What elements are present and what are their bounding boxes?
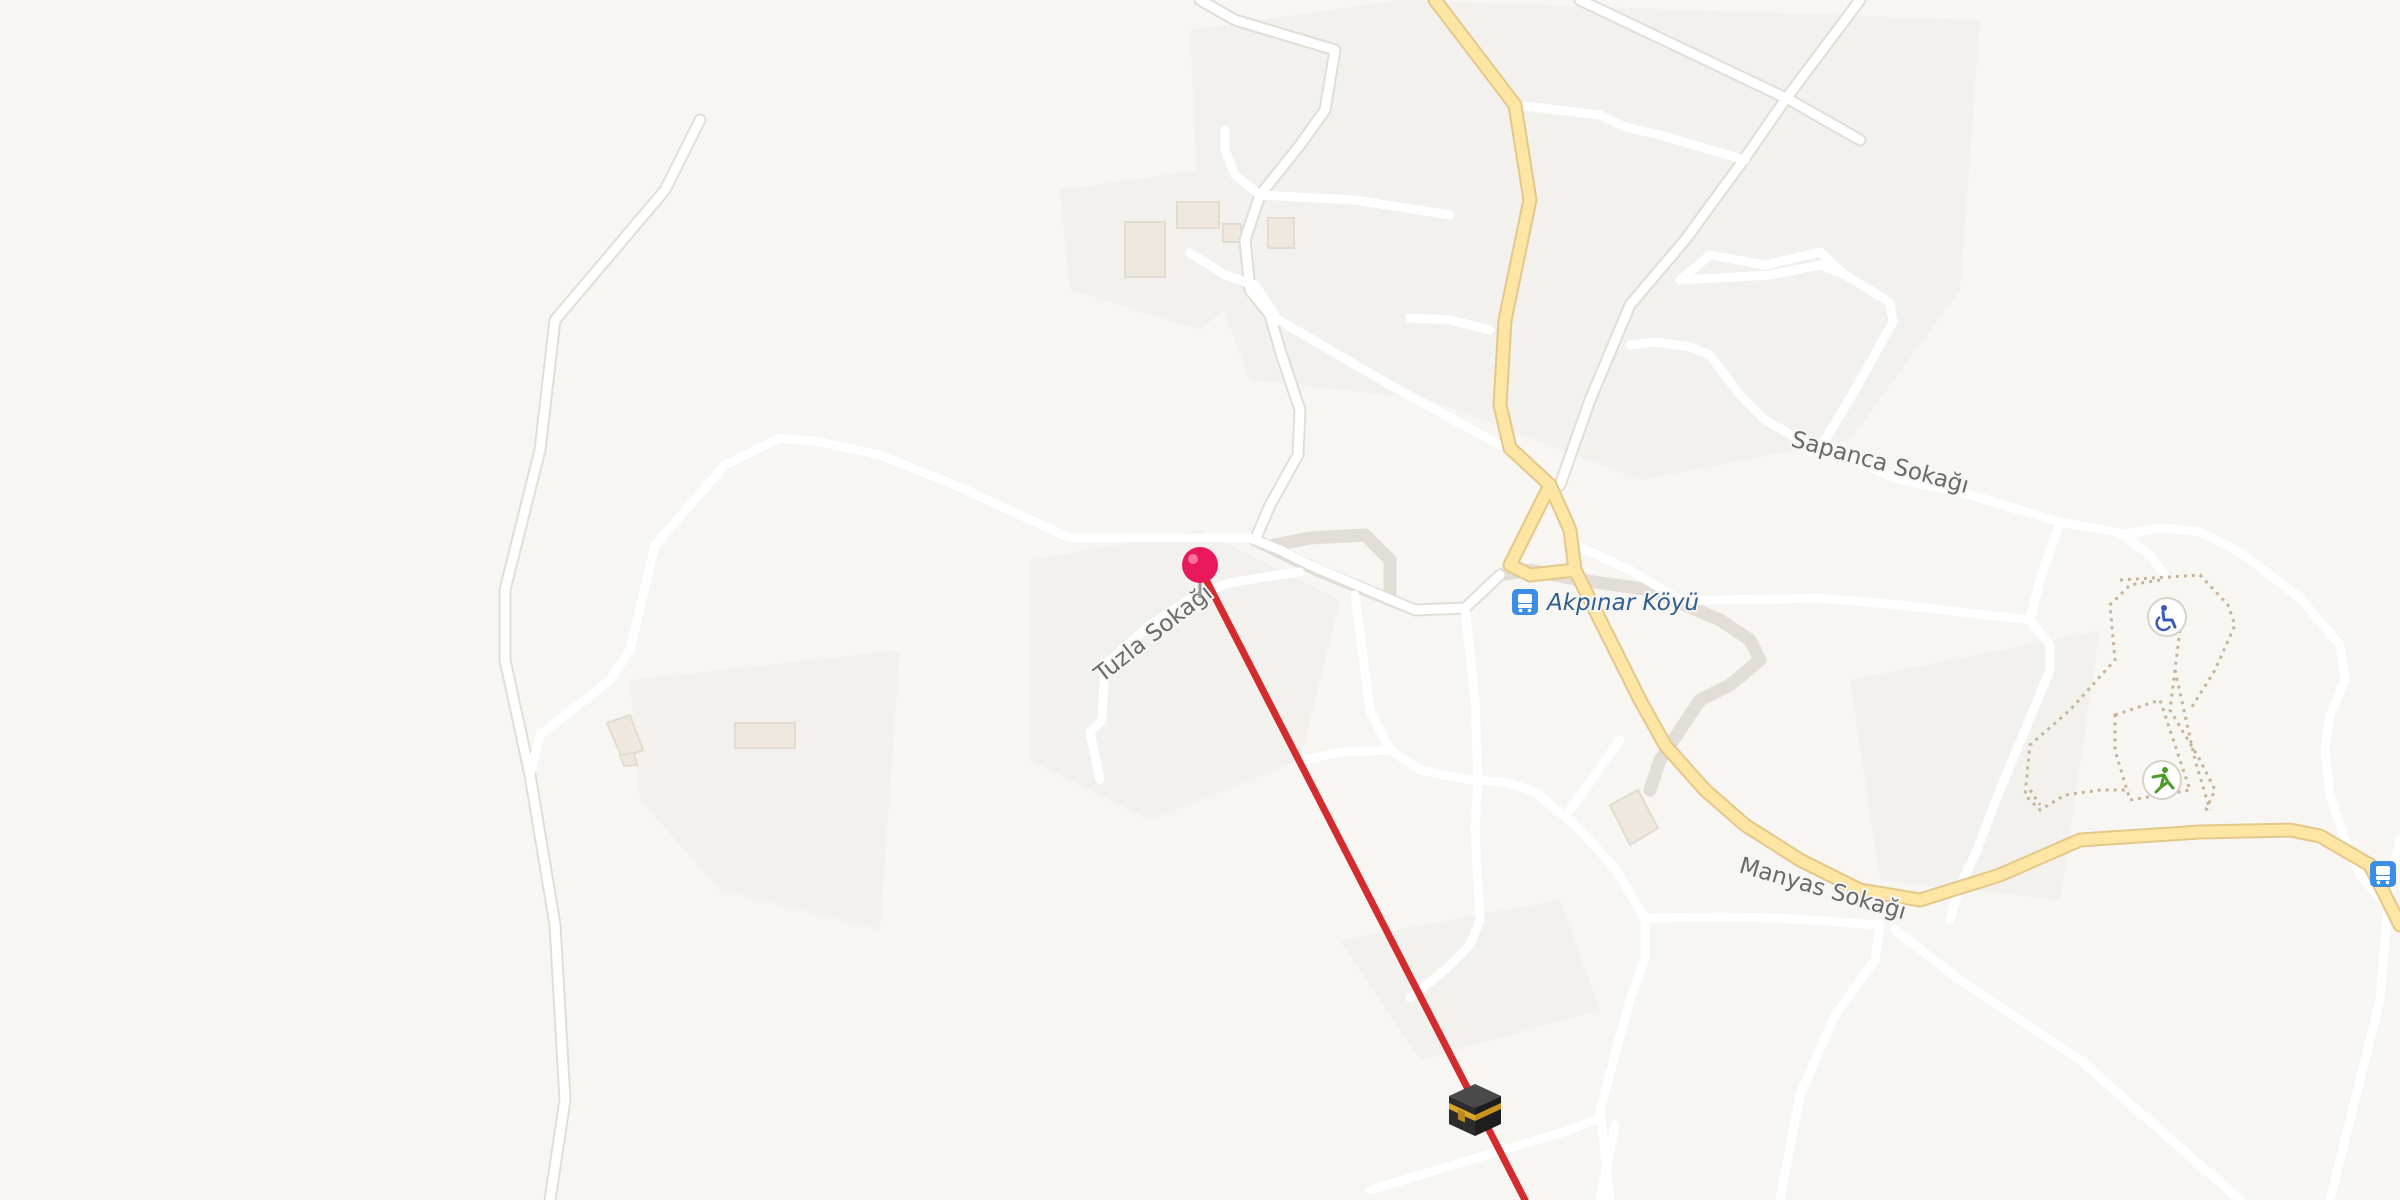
bus-stop-label: Akpınar Köyü <box>1545 590 1699 616</box>
map-canvas[interactable]: Sapanca Sokağı Tuzla Sokağı Manyas Sokağ… <box>0 0 2400 1200</box>
fitness-icon[interactable] <box>2142 760 2182 800</box>
bus-stop-icon <box>1512 589 1538 615</box>
bus-stop-icon[interactable] <box>2370 861 2396 887</box>
wheelchair-icon[interactable] <box>2147 597 2187 637</box>
